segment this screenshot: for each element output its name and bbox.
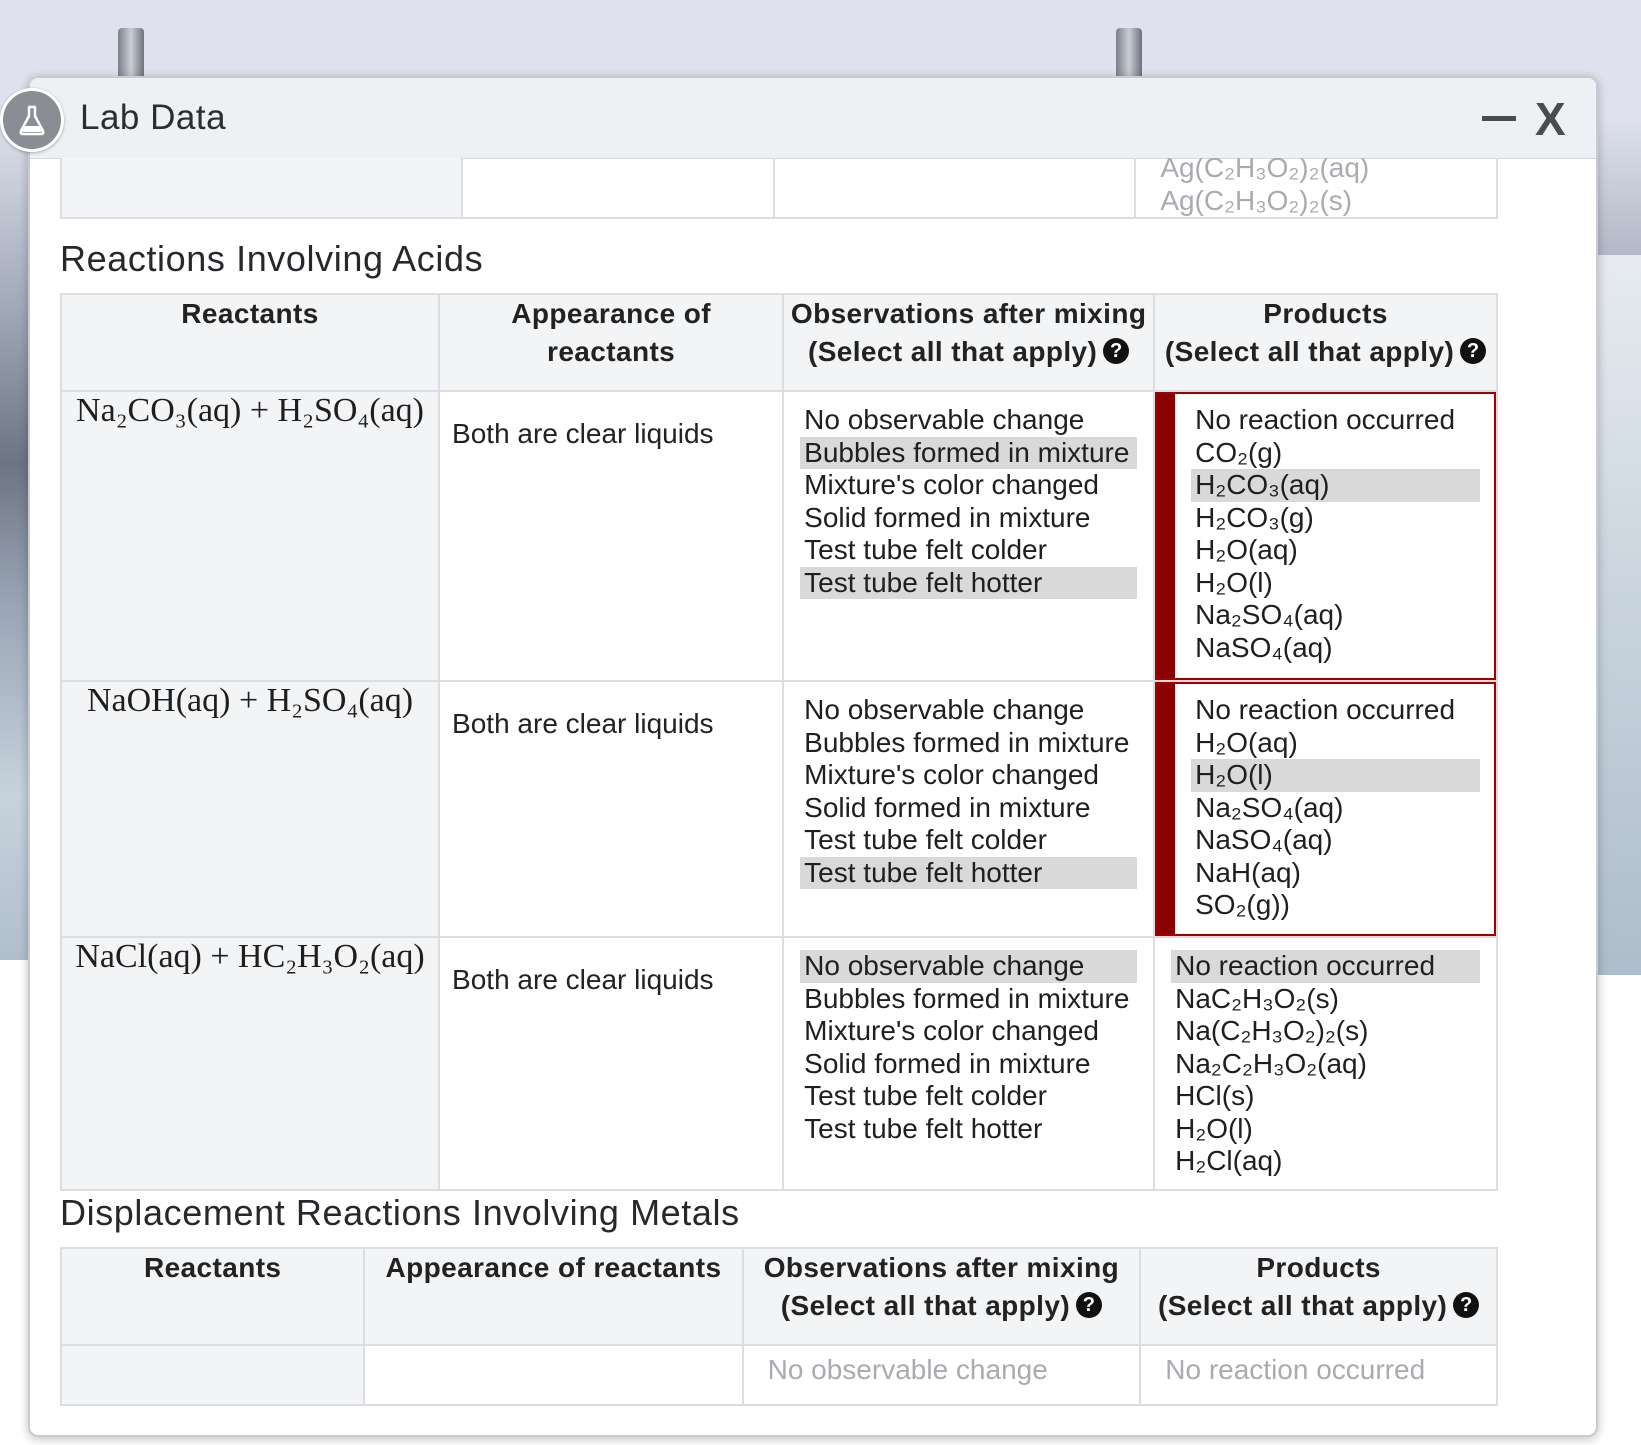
appearance-cell: Both are clear liquids bbox=[438, 936, 785, 1191]
observation-option[interactable]: No observable change bbox=[800, 404, 1137, 437]
header-reactants: Reactants bbox=[59, 1247, 366, 1346]
products-cell-incorrect: No reaction occurred CO₂(g) H₂CO₃(aq) H₂CO₃… bbox=[1153, 390, 1498, 682]
product-option[interactable]: CO₂(g) bbox=[1191, 437, 1480, 470]
product-option[interactable]: Na₂C₂H₃O₂(aq) bbox=[1171, 1048, 1480, 1081]
product-option[interactable]: NaSO₄(aq) bbox=[1191, 824, 1480, 857]
window-title: Lab Data bbox=[80, 98, 227, 137]
observations-cell: No observable change Bubbles formed in mi… bbox=[782, 680, 1156, 938]
appearance-cell: Both are clear liquids bbox=[438, 680, 785, 938]
reactants-cell: NaCl(aq) + HC₂H₃O₂(aq) bbox=[59, 936, 441, 1191]
product-option[interactable]: NaC₂H₃O₂(s) bbox=[1171, 983, 1480, 1016]
product-option[interactable]: Na₂SO₄(aq) bbox=[1191, 599, 1480, 632]
observation-option[interactable]: Mixture's color changed bbox=[800, 469, 1137, 502]
table-cell bbox=[772, 158, 1137, 219]
reactants-cell: Na₂CO₃(aq) + H₂SO₄(aq) bbox=[59, 390, 441, 682]
product-option[interactable]: H₂O(l) bbox=[1191, 567, 1480, 600]
observation-option[interactable]: Test tube felt hotter bbox=[800, 856, 1138, 889]
product-option[interactable]: H₂CO₃(g) bbox=[1191, 502, 1480, 535]
header-appearance: Appearance of reactants bbox=[438, 293, 785, 392]
observations-cell: No observable change Bubbles formed in mi… bbox=[782, 936, 1156, 1191]
product-option[interactable]: H₂Cl(aq) bbox=[1171, 1145, 1480, 1178]
observation-option[interactable]: Mixture's color changed bbox=[800, 1015, 1137, 1048]
observation-option[interactable]: Test tube felt colder bbox=[800, 1080, 1137, 1113]
observation-option[interactable]: Bubbles formed in mixture bbox=[800, 983, 1137, 1016]
table-cell: No reaction occurred bbox=[1139, 1344, 1498, 1406]
observation-option[interactable]: No observable change bbox=[800, 694, 1137, 727]
product-option[interactable]: H₂O(aq) bbox=[1191, 727, 1480, 760]
test-tube-stand bbox=[118, 28, 144, 78]
product-option[interactable]: No reaction occurred bbox=[1191, 404, 1480, 437]
reactants-cell: NaOH(aq) + H₂SO₄(aq) bbox=[59, 680, 441, 938]
table-cell bbox=[60, 158, 463, 219]
header-appearance: Appearance of reactants bbox=[363, 1247, 744, 1346]
product-option[interactable]: No reaction occurred bbox=[1191, 694, 1480, 727]
product-option[interactable]: Na(C₂H₃O₂)₂(s) bbox=[1171, 1015, 1480, 1048]
table-cell: Ag(C₂H₃O₂)₂(aq) Ag(C₂H₃O₂)₂(s) bbox=[1134, 158, 1498, 219]
observation-option[interactable]: Solid formed in mixture bbox=[800, 792, 1137, 825]
observation-option[interactable]: Test tube felt colder bbox=[800, 824, 1137, 857]
product-option[interactable]: No reaction occurred bbox=[1171, 950, 1480, 983]
products-cell: No reaction occurred NaC₂H₃O₂(s) Na(C₂H₃O₂… bbox=[1153, 936, 1498, 1191]
product-option[interactable]: Ag(C₂H₃O₂)₂(aq) bbox=[1156, 158, 1496, 185]
observations-cell: No observable change Bubbles formed in mi… bbox=[782, 390, 1156, 682]
product-option[interactable]: H₂O(aq) bbox=[1191, 534, 1480, 567]
table-cell bbox=[460, 158, 775, 219]
products-cell-incorrect: No reaction occurred H₂O(aq) H₂O(l) Na₂SO₄(… bbox=[1153, 680, 1498, 938]
window-titlebar: Lab Data X bbox=[30, 78, 1596, 159]
header-observations: Observations after mixing (Select all tha… bbox=[741, 1247, 1142, 1346]
header-reactants: Reactants bbox=[59, 293, 441, 392]
product-option[interactable]: H₂O(l) bbox=[1191, 759, 1480, 792]
test-tube-stand bbox=[1116, 28, 1142, 78]
observation-option[interactable]: No observable change bbox=[764, 1354, 1140, 1387]
table-cell bbox=[59, 1344, 366, 1406]
product-option[interactable]: NaH(aq) bbox=[1191, 857, 1480, 890]
table-cell: No observable change bbox=[741, 1344, 1142, 1406]
help-icon[interactable]: ? bbox=[1103, 338, 1130, 364]
observation-option[interactable]: Test tube felt hotter bbox=[800, 566, 1138, 599]
observation-option[interactable]: No observable change bbox=[800, 950, 1138, 983]
appearance-cell: Both are clear liquids bbox=[438, 390, 785, 682]
product-option[interactable]: H₂O(l) bbox=[1171, 1113, 1480, 1146]
help-icon[interactable]: ? bbox=[1460, 338, 1487, 364]
table-row: NaOH(aq) + H₂SO₄(aq) Both are clear liqui… bbox=[59, 680, 1498, 938]
previous-table-fragment: Ag(C₂H₃O₂)₂(aq) Ag(C₂H₃O₂)₂(s) bbox=[60, 158, 1498, 219]
product-option[interactable]: SO₂(g)) bbox=[1191, 889, 1480, 922]
close-button[interactable]: X bbox=[1535, 92, 1566, 146]
minimize-button[interactable] bbox=[1482, 82, 1516, 142]
product-option[interactable]: No reaction occurred bbox=[1161, 1354, 1496, 1387]
observation-option[interactable]: Bubbles formed in mixture bbox=[800, 727, 1137, 760]
section-title-acids: Reactions Involving Acids bbox=[60, 238, 484, 279]
header-products: Products (Select all that apply)? bbox=[1139, 1247, 1498, 1346]
acids-table: Reactants Appearance of reactants Observa… bbox=[59, 293, 1498, 1191]
observation-option[interactable]: Solid formed in mixture bbox=[800, 1048, 1137, 1081]
header-products: Products (Select all that apply)? bbox=[1153, 293, 1498, 392]
observation-option[interactable]: Bubbles formed in mixture bbox=[800, 436, 1138, 469]
header-observations: Observations after mixing (Select all tha… bbox=[782, 293, 1156, 392]
observation-option[interactable]: Test tube felt colder bbox=[800, 534, 1137, 567]
product-option[interactable]: HCl(s) bbox=[1171, 1080, 1480, 1113]
table-row: Na₂CO₃(aq) + H₂SO₄(aq) Both are clear liq… bbox=[59, 390, 1498, 682]
observation-option[interactable]: Test tube felt hotter bbox=[800, 1113, 1137, 1146]
help-icon[interactable]: ? bbox=[1076, 1292, 1103, 1318]
product-option[interactable]: H₂CO₃(aq) bbox=[1191, 469, 1480, 502]
product-option[interactable]: NaSO₄(aq) bbox=[1191, 632, 1480, 665]
observation-option[interactable]: Mixture's color changed bbox=[800, 759, 1137, 792]
table-cell bbox=[363, 1344, 744, 1406]
metals-table: Reactants Appearance of reactants Observ… bbox=[59, 1247, 1498, 1406]
table-row: NaCl(aq) + HC₂H₃O₂(aq) Both are clear liq… bbox=[59, 936, 1498, 1191]
product-option[interactable]: Na₂SO₄(aq) bbox=[1191, 792, 1480, 825]
lab-data-window: Lab Data X Ag(C₂H₃O₂)₂(aq) Ag(C₂H₃O₂)₂(s)… bbox=[28, 76, 1598, 1437]
flask-icon bbox=[0, 88, 64, 152]
help-icon[interactable]: ? bbox=[1453, 1292, 1480, 1318]
scroll-content[interactable]: Ag(C₂H₃O₂)₂(aq) Ag(C₂H₃O₂)₂(s) Reactions … bbox=[30, 158, 1596, 1435]
section-title-metals: Displacement Reactions Involving Metals bbox=[60, 1192, 740, 1233]
observation-option[interactable]: Solid formed in mixture bbox=[800, 502, 1137, 535]
product-option[interactable]: Ag(C₂H₃O₂)₂(s) bbox=[1156, 185, 1496, 218]
